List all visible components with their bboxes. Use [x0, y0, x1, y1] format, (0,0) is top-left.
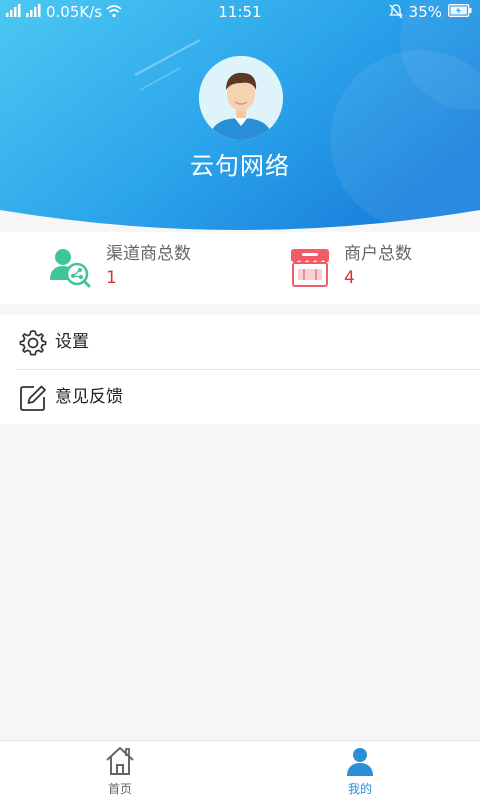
- stat-merchants[interactable]: 商户总数 4: [288, 238, 468, 298]
- profile-screen: 0.05K/s 11:51 35% 云句网络 渠道商总数 1 商户总数 4 设置…: [0, 0, 480, 800]
- nav-tab-home-label: 首页: [107, 782, 132, 796]
- stat-merchants-value: 4: [344, 268, 355, 288]
- home-icon: [104, 745, 136, 777]
- menu-item-settings[interactable]: 设置: [0, 315, 480, 369]
- status-bar: 0.05K/s 11:51 35%: [0, 0, 480, 24]
- menu-item-feedback-label: 意见反馈: [55, 387, 123, 407]
- nav-tab-mine-label: 我的: [347, 782, 372, 796]
- distributor-icon: [48, 246, 92, 290]
- stat-distributors-label: 渠道商总数: [106, 244, 191, 264]
- battery-icon: [448, 0, 472, 24]
- stats-panel: 渠道商总数 1 商户总数 4: [0, 232, 480, 304]
- stat-distributors[interactable]: 渠道商总数 1: [48, 238, 248, 298]
- menu-item-settings-label: 设置: [55, 332, 89, 352]
- edit-icon: [19, 384, 47, 412]
- menu-item-feedback[interactable]: 意见反馈: [0, 370, 480, 424]
- battery-percent: 35%: [408, 3, 442, 21]
- nav-tab-mine[interactable]: 我的: [300, 741, 420, 800]
- nav-tab-home[interactable]: 首页: [60, 741, 180, 800]
- gear-icon: [19, 329, 47, 357]
- profile-name: 云句网络: [190, 152, 290, 180]
- settings-menu: 设置 意见反馈: [0, 315, 480, 424]
- store-icon: [288, 246, 332, 290]
- avatar-person-icon: [199, 56, 283, 140]
- person-icon: [344, 745, 376, 777]
- silent-bell-icon: [388, 0, 403, 24]
- bottom-navigation: 首页 我的: [0, 740, 480, 800]
- avatar[interactable]: [199, 56, 283, 140]
- profile-header: 0.05K/s 11:51 35% 云句网络: [0, 0, 480, 240]
- stat-distributors-value: 1: [106, 268, 117, 288]
- stat-merchants-label: 商户总数: [344, 244, 412, 264]
